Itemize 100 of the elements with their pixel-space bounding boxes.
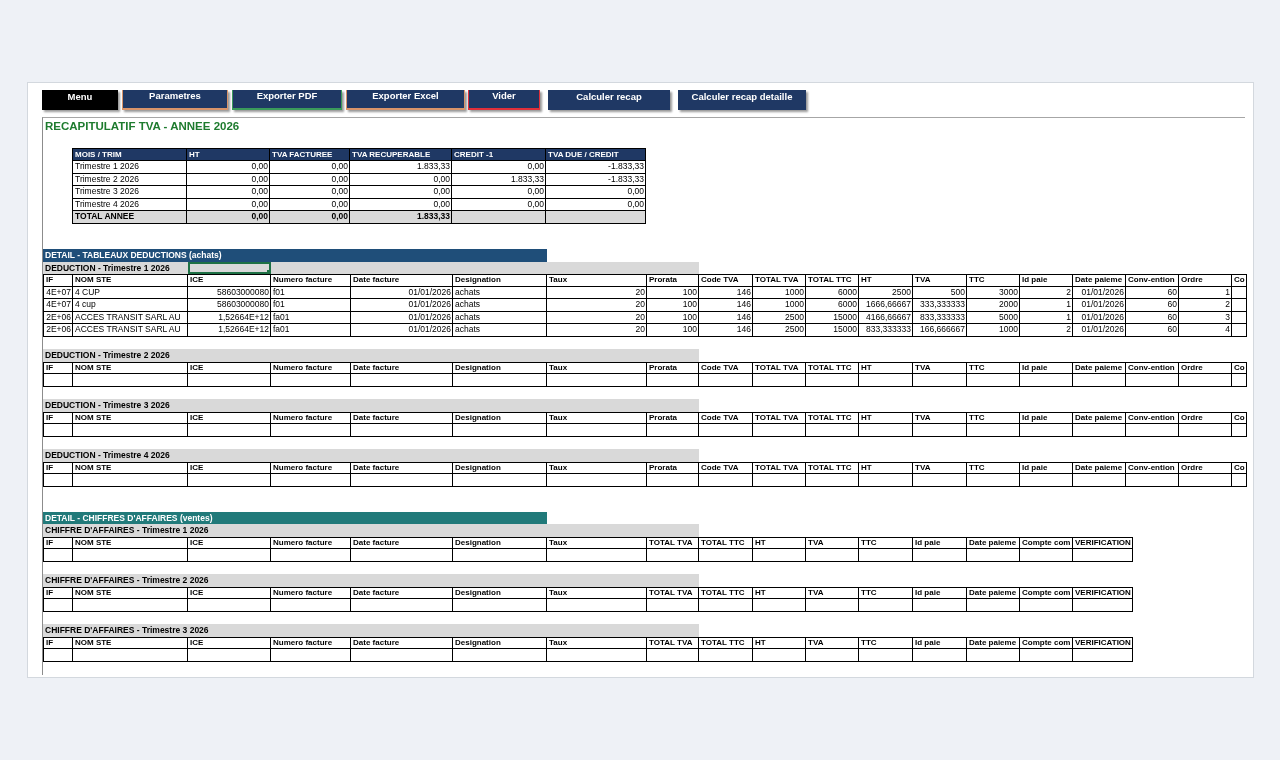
column-header: IF [43,411,73,424]
empty-cell [913,549,967,562]
empty-cell [859,549,913,562]
total-cell: TOTAL ANNEE [72,211,187,224]
column-header: Ordre [1179,411,1232,424]
column-header: TOTAL TVA [753,411,806,424]
toolbar-button[interactable]: Parametres [122,90,228,110]
column-header: IF [43,586,73,599]
column-header: Taux [547,636,647,649]
empty-cell [859,374,913,387]
column-header: TTC [967,361,1020,374]
column-header: TOTAL TTC [806,411,859,424]
table-cell: 0,00 [187,186,270,199]
column-header: TVA DUE / CREDIT [546,148,646,161]
column-header: Co [1232,461,1247,474]
total-cell: 0,00 [187,211,270,224]
column-header: TVA [806,536,859,549]
column-header: Designation [453,586,547,599]
toolbar-button[interactable]: Calculer recap [548,90,670,110]
column-header: CREDIT -1 [452,148,546,161]
table-cell: 58603000080 [188,286,271,299]
column-header: TTC [859,536,913,549]
column-header: Date paieme [1073,274,1126,287]
table-cell: 100 [647,299,699,312]
empty-cell [43,424,73,437]
column-header: NOM STE [73,274,188,287]
column-header: Taux [547,361,647,374]
table-cell: -1.833,33 [546,173,646,186]
column-header: Id paie [913,536,967,549]
table-cell: 3000 [967,286,1020,299]
column-header: ICE [188,274,271,287]
empty-cell [43,649,73,662]
table-cell: 5000 [967,311,1020,324]
column-header: NOM STE [73,461,188,474]
empty-cell [1232,286,1247,299]
table-cell: 01/01/2026 [1073,324,1126,337]
column-header: Prorata [647,461,699,474]
column-header: HT [753,536,806,549]
table-cell: 333,333333 [913,299,967,312]
column-header: TOTAL TVA [753,361,806,374]
column-header: Taux [547,411,647,424]
column-header: ICE [188,586,271,599]
empty-cell [1020,549,1073,562]
empty-cell [1232,474,1247,487]
column-header: Date facture [351,411,453,424]
column-header: TOTAL TTC [806,274,859,287]
empty-cell [859,649,913,662]
empty-cell [1179,374,1232,387]
column-header: Numero facture [271,586,351,599]
empty-cell [967,424,1020,437]
empty-cell [647,374,699,387]
table-cell: fa01 [271,324,351,337]
column-header: Date paieme [1073,411,1126,424]
table-cell: 2 [1020,324,1073,337]
empty-cell [913,424,967,437]
table-cell: 20 [547,311,647,324]
column-header: Prorata [647,274,699,287]
empty-cell [647,649,699,662]
column-header: IF [43,461,73,474]
empty-cell [647,424,699,437]
section-header: DETAIL - CHIFFRES D'AFFAIRES (ventes) [43,511,547,524]
toolbar-button[interactable]: Exporter Excel [346,90,465,110]
empty-cell [913,599,967,612]
toolbar-button[interactable]: Vider [468,90,540,110]
empty-cell [1073,649,1133,662]
table-cell: 15000 [806,311,859,324]
empty-cell [1126,424,1179,437]
empty-cell [806,374,859,387]
table-cell: 60 [1126,324,1179,337]
empty-cell [1020,649,1073,662]
column-header: Designation [453,361,547,374]
table-cell: achats [453,299,547,312]
table-title: DEDUCTION - Trimestre 2 2026 [44,349,170,362]
empty-cell [1232,324,1247,337]
empty-cell [1020,474,1073,487]
column-header: HT [859,274,913,287]
table-cell: 60 [1126,299,1179,312]
table-cell: 100 [647,324,699,337]
table-cell: achats [453,324,547,337]
empty-cell [1232,299,1247,312]
table-cell: 15000 [806,324,859,337]
table-cell: 0,00 [187,161,270,174]
table-cell: 2 [1020,286,1073,299]
table-cell: 2500 [753,324,806,337]
table-cell: 0,00 [350,186,452,199]
empty-cell [753,599,806,612]
empty-cell [1126,374,1179,387]
column-header: Ordre [1179,361,1232,374]
table-cell: 1.833,33 [350,161,452,174]
table-cell: 0,00 [452,186,546,199]
table-cell: 2E+06 [43,324,73,337]
column-header: TTC [967,411,1020,424]
empty-cell [1020,424,1073,437]
toolbar-button[interactable]: Calculer recap detaille [678,90,806,110]
toolbar-button[interactable]: Menu [42,90,118,110]
column-header: IF [43,636,73,649]
toolbar-button[interactable]: Exporter PDF [232,90,342,110]
column-header: Taux [547,536,647,549]
column-header: NOM STE [73,586,188,599]
column-header: TVA [913,461,967,474]
